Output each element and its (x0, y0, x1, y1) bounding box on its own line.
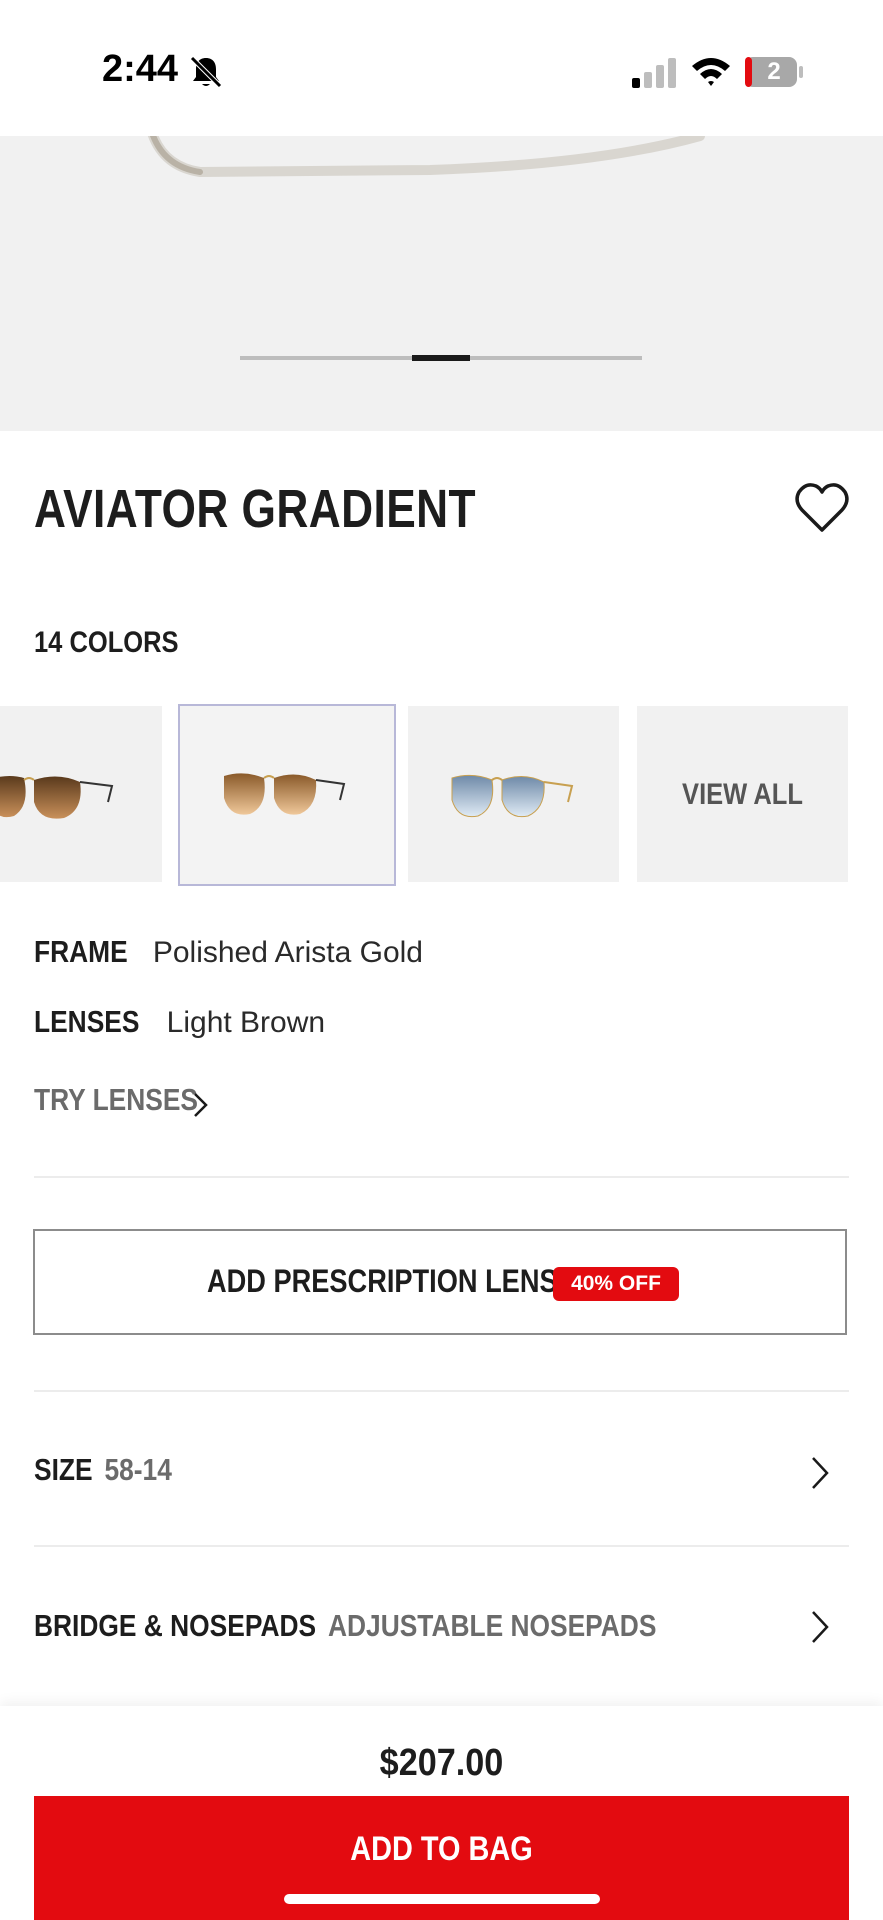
prescription-label: ADD PRESCRIPTION LENSES (207, 1263, 594, 1299)
heart-icon[interactable] (794, 482, 850, 534)
bell-muted-icon (190, 56, 222, 88)
bridge-nosepads-selector[interactable]: BRIDGE & NOSEPADS ADJUSTABLE NOSEPADS (34, 1608, 656, 1644)
lenses-value: Light Brown (166, 1006, 326, 1039)
bridge-value: ADJUSTABLE NOSEPADS (327, 1608, 657, 1643)
divider (34, 1390, 849, 1392)
view-all-colors-button[interactable]: VIEW ALL (637, 706, 848, 882)
chevron-right-icon[interactable] (808, 1454, 832, 1492)
frame-label: FRAME (34, 934, 128, 969)
divider (34, 1545, 849, 1547)
lenses-label: LENSES (34, 1004, 140, 1039)
lenses-attribute: LENSES Light Brown (34, 1004, 325, 1040)
purchase-bar: $207.00 ADD TO BAG (0, 1706, 883, 1920)
product-image (148, 136, 705, 178)
status-time: 2:44 (102, 48, 179, 90)
sunglasses-brown-icon (0, 776, 114, 819)
carousel-indicator-active (412, 355, 470, 361)
discount-badge: 40% OFF (553, 1267, 679, 1301)
divider (34, 1176, 849, 1178)
home-indicator[interactable] (284, 1894, 600, 1904)
color-swatch[interactable] (408, 706, 619, 882)
colors-count: 14 COLORS (34, 626, 179, 659)
carousel-indicator (240, 355, 642, 361)
status-bar: 2:44 2 (0, 0, 883, 136)
size-label: SIZE (34, 1452, 93, 1487)
wifi-icon (692, 58, 730, 86)
bridge-label: BRIDGE & NOSEPADS (34, 1608, 317, 1643)
chevron-right-icon[interactable] (808, 1608, 832, 1646)
color-swatch-selected[interactable] (178, 704, 396, 886)
product-title: AVIATOR GRADIENT (34, 479, 476, 539)
battery-level: 2 (767, 58, 781, 85)
cellular-signal-icon (632, 58, 676, 88)
add-to-bag-label: ADD TO BAG (350, 1830, 533, 1868)
price: $207.00 (379, 1742, 504, 1784)
frame-attribute: FRAME Polished Arista Gold (34, 934, 423, 970)
size-selector[interactable]: SIZE 58-14 (34, 1452, 172, 1488)
color-swatch[interactable] (0, 706, 162, 882)
sunglasses-light-brown-icon (224, 773, 346, 815)
size-value: 58-14 (104, 1452, 172, 1487)
view-all-label: VIEW ALL (682, 778, 803, 811)
product-image-carousel[interactable] (0, 136, 883, 431)
chevron-right-icon (194, 1093, 208, 1117)
sunglasses-light-blue-icon (451, 774, 574, 818)
frame-value: Polished Arista Gold (152, 936, 423, 969)
try-lenses-link[interactable]: TRY LENSES (34, 1082, 198, 1118)
add-prescription-lenses-button[interactable]: ADD PRESCRIPTION LENSES 40% OFF (33, 1229, 847, 1335)
